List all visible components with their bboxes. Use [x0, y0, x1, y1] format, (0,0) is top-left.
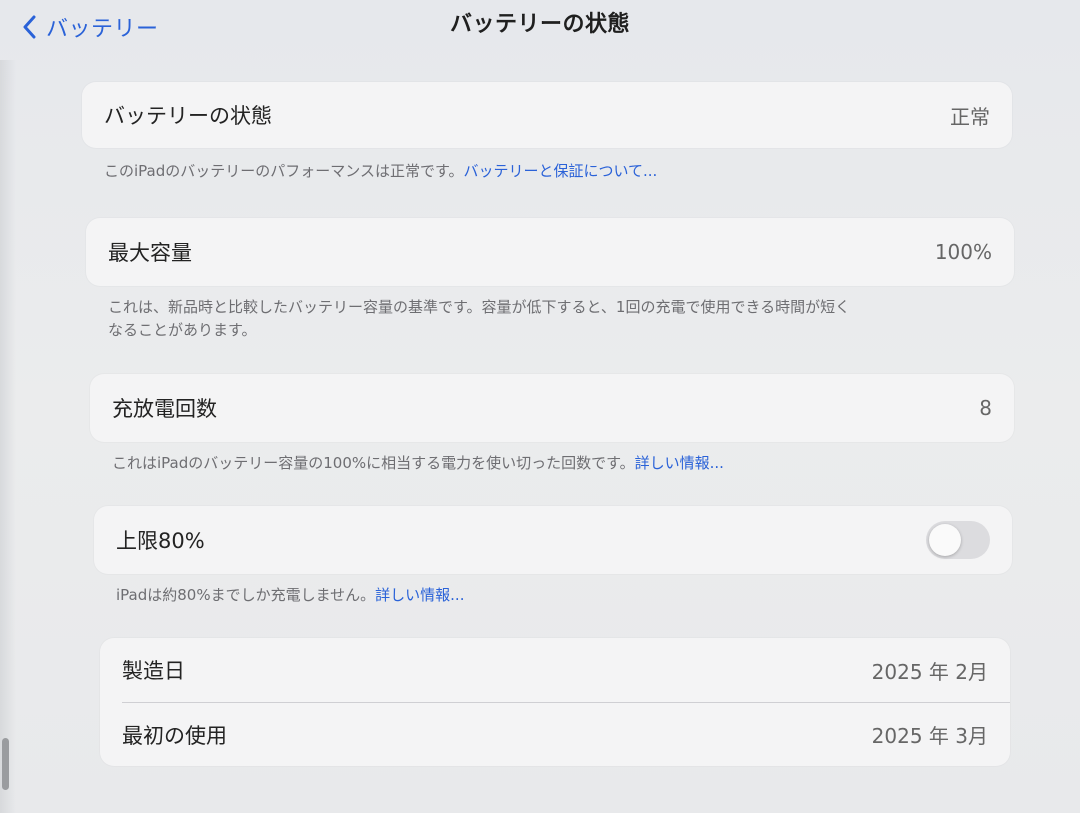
charge-limit-footer-text: iPadは約80%までしか充電しません。 — [116, 586, 376, 604]
navigation-bar: バッテリー バッテリーの状態 — [0, 0, 1080, 52]
charge-cycles-label: 充放電回数 — [112, 397, 217, 421]
charge-cycles-row: 充放電回数 8 — [90, 374, 1014, 442]
first-use-value: 2025 年 3月 — [871, 724, 988, 748]
manufacture-date-label: 製造日 — [122, 659, 185, 683]
charge-limit-toggle[interactable] — [926, 521, 990, 559]
battery-health-row: バッテリーの状態 正常 — [82, 82, 1012, 148]
battery-health-footer: このiPadのバッテリーのパフォーマンスは正常です。バッテリーと保証について..… — [104, 160, 1004, 183]
charge-cycles-card: 充放電回数 8 — [90, 374, 1014, 442]
sidebar-edge — [0, 60, 16, 813]
manufacture-date-value: 2025 年 2月 — [871, 659, 988, 684]
first-use-label: 最初の使用 — [122, 723, 227, 748]
max-capacity-label: 最大容量 — [108, 241, 192, 265]
first-use-row: 最初の使用 2025 年 3月 — [100, 703, 1010, 766]
charge-cycles-more-info-link[interactable]: 詳しい情報... — [635, 454, 724, 472]
charge-cycles-value: 8 — [979, 396, 992, 420]
charge-limit-footer: iPadは約80%までしか充電しません。詳しい情報... — [116, 584, 1006, 607]
battery-health-label: バッテリーの状態 — [104, 104, 272, 128]
charge-limit-row: 上限80% — [94, 506, 1012, 574]
max-capacity-value: 100% — [934, 240, 992, 264]
settings-screen: バッテリー バッテリーの状態 バッテリーの状態 正常 このiPadのバッテリーの… — [0, 0, 1080, 813]
manufacture-date-row: 製造日 2025 年 2月 — [100, 638, 1010, 702]
battery-health-card: バッテリーの状態 正常 — [82, 82, 1012, 148]
scroll-indicator[interactable] — [2, 738, 9, 790]
charge-cycles-footer-text: これはiPadのバッテリー容量の100%に相当する電力を使い切った回数です。 — [112, 454, 635, 472]
max-capacity-footer-line1: これは、新品時と比較したバッテリー容量の基準です。容量が低下すると、1回の充電で… — [108, 298, 851, 316]
charge-limit-card: 上限80% — [94, 506, 1012, 574]
charge-limit-label: 上限80% — [116, 529, 205, 553]
toggle-knob — [929, 524, 961, 556]
battery-health-value: 正常 — [950, 104, 990, 129]
battery-health-footer-text: このiPadのバッテリーのパフォーマンスは正常です。 — [104, 162, 464, 180]
battery-warranty-link[interactable]: バッテリーと保証について... — [463, 162, 657, 180]
max-capacity-row: 最大容量 100% — [86, 218, 1014, 286]
max-capacity-footer: これは、新品時と比較したバッテリー容量の基準です。容量が低下すると、1回の充電で… — [108, 296, 1008, 342]
dates-card: 製造日 2025 年 2月 最初の使用 2025 年 3月 — [100, 638, 1010, 766]
page-title: バッテリーの状態 — [449, 12, 630, 37]
charge-cycles-footer: これはiPadのバッテリー容量の100%に相当する電力を使い切った回数です。詳し… — [112, 452, 1012, 475]
max-capacity-footer-line2: なることがあります。 — [108, 321, 257, 339]
max-capacity-card: 最大容量 100% — [86, 218, 1014, 286]
charge-limit-more-info-link[interactable]: 詳しい情報... — [375, 586, 464, 604]
